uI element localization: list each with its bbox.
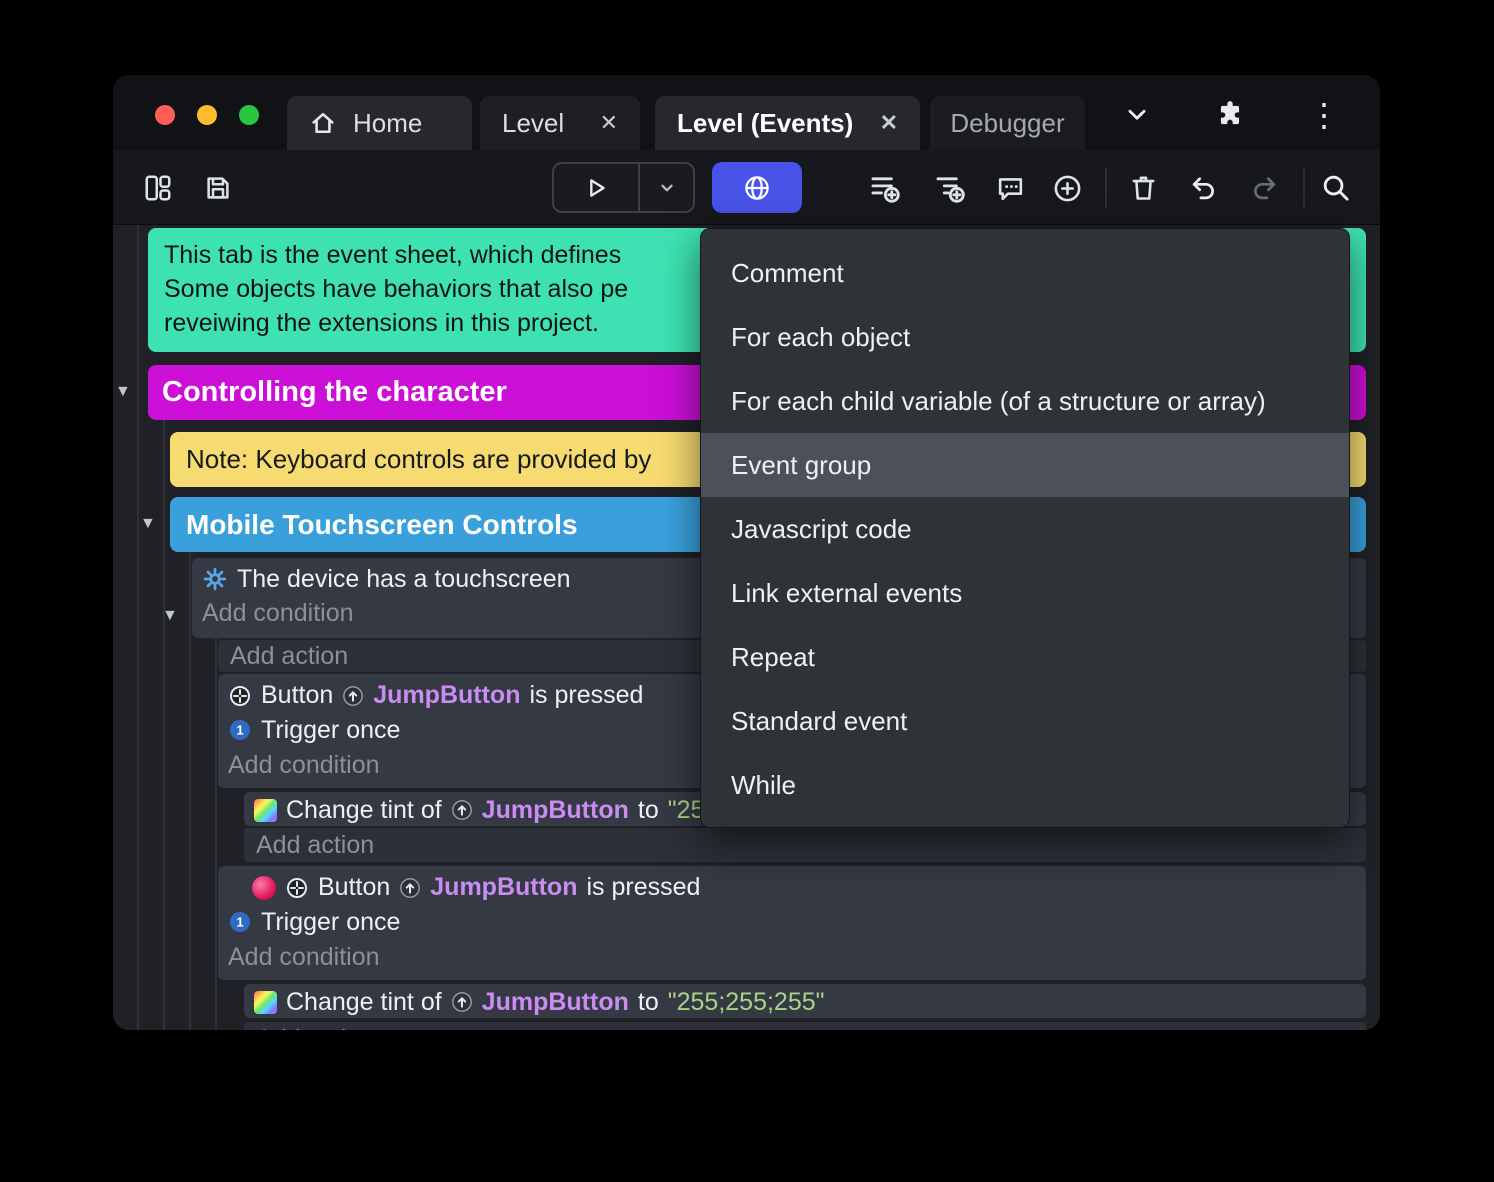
- menu-item-comment[interactable]: Comment: [701, 241, 1349, 305]
- indent-guide: [189, 525, 191, 1030]
- collapse-arrow-icon[interactable]: ▼: [162, 607, 178, 625]
- preview-globe-button[interactable]: [712, 162, 802, 213]
- family-up-arrow-icon: [451, 991, 473, 1013]
- menu-item-while[interactable]: While: [701, 753, 1349, 817]
- titlebar: Home Level ✕ Level (Events) ✕ Debugger ⋮: [113, 75, 1380, 150]
- close-window-button[interactable]: [155, 105, 175, 125]
- chevron-down-icon[interactable]: [1122, 102, 1152, 128]
- tab-home[interactable]: Home: [287, 96, 472, 150]
- object-name: JumpButton: [482, 988, 629, 1017]
- menu-item-repeat[interactable]: Repeat: [701, 625, 1349, 689]
- maximize-window-button[interactable]: [239, 105, 259, 125]
- object-name: JumpButton: [482, 796, 629, 825]
- delete-trash-icon[interactable]: [1128, 172, 1159, 203]
- home-icon: [309, 109, 337, 137]
- action-text: Change tint of: [286, 988, 442, 1017]
- globe-icon: [742, 173, 772, 203]
- family-up-arrow-icon: [342, 685, 364, 707]
- kebab-menu-icon[interactable]: ⋮: [1308, 101, 1340, 129]
- indent-guide: [215, 617, 217, 1030]
- tab-level-events[interactable]: Level (Events) ✕: [655, 96, 920, 150]
- toolbar: [113, 150, 1380, 225]
- trigger-once-icon: 1: [228, 910, 252, 934]
- add-action-link[interactable]: Add action: [244, 1022, 1366, 1030]
- play-icon[interactable]: [554, 164, 638, 211]
- add-comment-icon[interactable]: [995, 173, 1026, 204]
- context-menu: Comment For each object For each child v…: [700, 228, 1350, 828]
- collapse-arrow-icon[interactable]: ▼: [115, 383, 131, 401]
- tab-label: Debugger: [950, 108, 1064, 139]
- layout-view-button[interactable]: [143, 173, 173, 203]
- object-label: Button: [261, 681, 333, 710]
- add-sub-event-icon[interactable]: [933, 171, 967, 205]
- action-text: to: [638, 988, 659, 1017]
- note-text: Note: Keyboard controls are provided by: [186, 444, 651, 475]
- indent-guide: [137, 225, 139, 1030]
- titlebar-right-controls: ⋮: [1122, 99, 1380, 131]
- add-condition-link[interactable]: Add condition: [218, 940, 1366, 974]
- condition-text: The device has a touchscreen: [237, 565, 571, 594]
- save-icon[interactable]: [203, 173, 233, 203]
- family-up-arrow-icon: [451, 799, 473, 821]
- indent-guide: [163, 393, 165, 1030]
- tint-icon: [254, 799, 277, 822]
- add-action-link[interactable]: Add action: [244, 828, 1366, 862]
- tab-bar: Home Level ✕ Level (Events) ✕ Debugger: [287, 96, 1085, 150]
- button-object-icon: [285, 876, 309, 900]
- gear-icon: [202, 566, 228, 592]
- svg-text:1: 1: [236, 723, 243, 738]
- close-icon[interactable]: ✕: [880, 110, 898, 136]
- tab-level[interactable]: Level ✕: [480, 96, 640, 150]
- collapse-arrow-icon[interactable]: ▼: [140, 515, 156, 533]
- object-label: Button: [318, 873, 390, 902]
- condition-text: Trigger once: [261, 716, 400, 745]
- action-change-tint[interactable]: Change tint of JumpButton to "255;255;25…: [244, 984, 1366, 1018]
- button-object-icon: [228, 684, 252, 708]
- action-text: Change tint of: [286, 796, 442, 825]
- family-up-arrow-icon: [399, 877, 421, 899]
- menu-item-for-each-child-variable[interactable]: For each child variable (of a structure …: [701, 369, 1349, 433]
- tab-label: Level (Events): [677, 108, 853, 139]
- condition-text: is pressed: [529, 681, 643, 710]
- object-name: JumpButton: [373, 681, 520, 710]
- action-text: to: [638, 796, 659, 825]
- tab-label: Level: [502, 108, 564, 139]
- touch-object-icon: [252, 876, 276, 900]
- menu-item-link-external-events[interactable]: Link external events: [701, 561, 1349, 625]
- tint-icon: [254, 991, 277, 1014]
- minimize-window-button[interactable]: [197, 105, 217, 125]
- tab-debugger[interactable]: Debugger: [930, 96, 1085, 150]
- toolbar-separator: [1105, 168, 1107, 208]
- event-jumpbutton-pressed-touch[interactable]: Button JumpButton is pressed 1 Trigger o…: [218, 866, 1366, 980]
- group-title: Mobile Touchscreen Controls: [186, 509, 578, 541]
- add-object-plus-icon[interactable]: [1052, 173, 1083, 204]
- addons-puzzle-icon[interactable]: [1214, 99, 1246, 131]
- svg-text:1: 1: [236, 915, 243, 930]
- close-icon[interactable]: ✕: [600, 110, 618, 136]
- condition-text: Trigger once: [261, 908, 400, 937]
- undo-icon[interactable]: [1188, 172, 1220, 204]
- group-title: Controlling the character: [162, 376, 507, 409]
- traffic-lights: [155, 105, 259, 125]
- condition-text: is pressed: [586, 873, 700, 902]
- search-icon[interactable]: [1320, 172, 1351, 203]
- menu-item-for-each-object[interactable]: For each object: [701, 305, 1349, 369]
- tab-label: Home: [353, 108, 422, 139]
- menu-item-event-group[interactable]: Event group: [701, 433, 1349, 497]
- run-options-caret-icon[interactable]: [638, 164, 693, 211]
- toolbar-separator: [1303, 168, 1305, 208]
- menu-item-standard-event[interactable]: Standard event: [701, 689, 1349, 753]
- trigger-once-icon: 1: [228, 718, 252, 742]
- menu-item-javascript-code[interactable]: Javascript code: [701, 497, 1349, 561]
- action-parameter: "255;255;255": [668, 988, 825, 1017]
- add-event-icon[interactable]: [868, 171, 902, 205]
- object-name: JumpButton: [430, 873, 577, 902]
- run-button-group: [552, 162, 695, 213]
- redo-icon[interactable]: [1248, 172, 1280, 204]
